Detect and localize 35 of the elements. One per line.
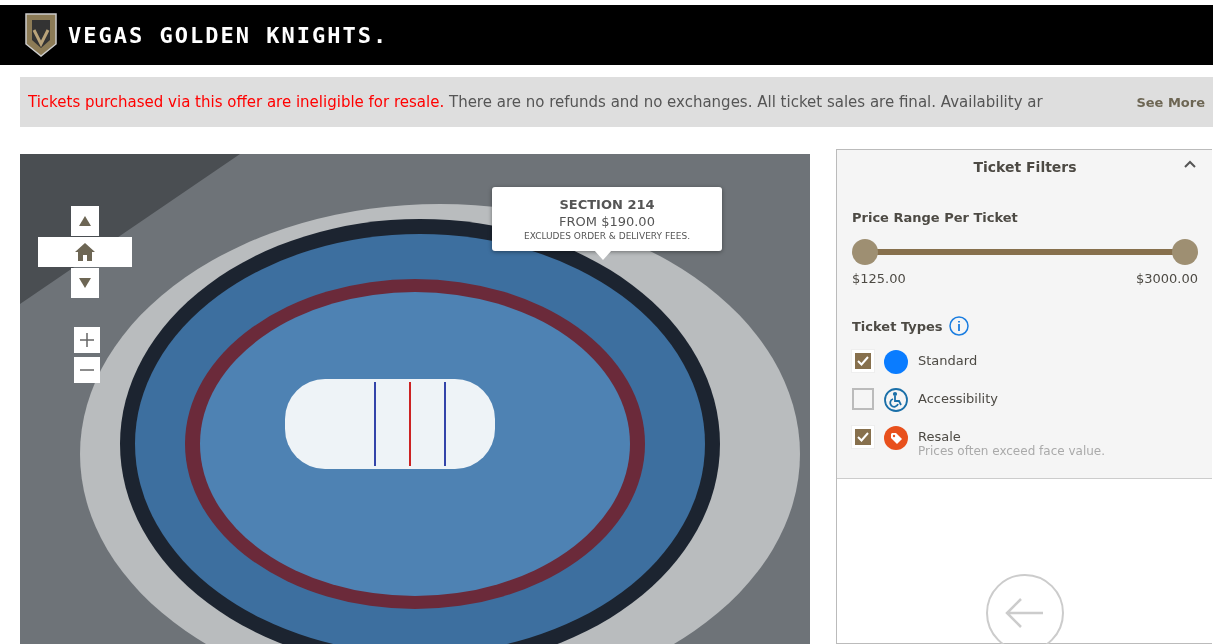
section-price: FROM $190.00 [559, 214, 655, 229]
shield-logo-icon [24, 12, 58, 58]
check-icon [857, 356, 869, 366]
notice-text: Tickets purchased via this offer are ineligible for resale. There are no refunds and no exchanges. All ticket sales are final. Availability ar [28, 93, 1043, 111]
fees-note: EXCLUDES ORDER & DELIVERY FEES. [523, 231, 691, 241]
down-arrow-icon [79, 278, 91, 288]
home-button[interactable] [38, 237, 132, 267]
plus-icon [80, 333, 94, 347]
info-icon[interactable] [948, 316, 969, 336]
zoom-in-button[interactable] [74, 327, 100, 353]
pan-down-button[interactable] [71, 268, 99, 298]
filters-title: Ticket Filters [973, 159, 1077, 175]
slider-thumb[interactable] [852, 239, 878, 265]
max-price: $3000.00 [1135, 271, 1198, 286]
home-icon [75, 243, 95, 261]
min-price: $125.00 [852, 271, 906, 286]
arena-map-drawing[interactable] [20, 154, 810, 644]
tag-icon [884, 426, 908, 450]
price-slider[interactable] [852, 239, 1198, 265]
ticket-type-label: Standard [918, 353, 978, 368]
ticket-type-label: Accessibility [918, 391, 998, 406]
up-arrow-icon [79, 216, 91, 226]
price-range-label: Price Range Per Ticket [852, 210, 1019, 225]
see-more-link[interactable]: See More [1136, 94, 1205, 110]
check-icon [857, 432, 869, 442]
slider-thumb[interactable] [1172, 239, 1198, 265]
section-name: SECTION 214 [559, 197, 655, 212]
zoom-out-button[interactable] [74, 357, 100, 383]
ticket-types-label: Ticket Types [852, 318, 943, 334]
dot-icon [884, 350, 908, 374]
ticket-type-note: Prices often exceed face value. [918, 444, 1106, 458]
pan-up-button[interactable] [71, 206, 99, 236]
brand-name: VEGAS GOLDEN KNIGHTS. [68, 22, 389, 48]
ticket-type-label: Resale [918, 429, 962, 444]
checkbox[interactable] [852, 388, 874, 410]
